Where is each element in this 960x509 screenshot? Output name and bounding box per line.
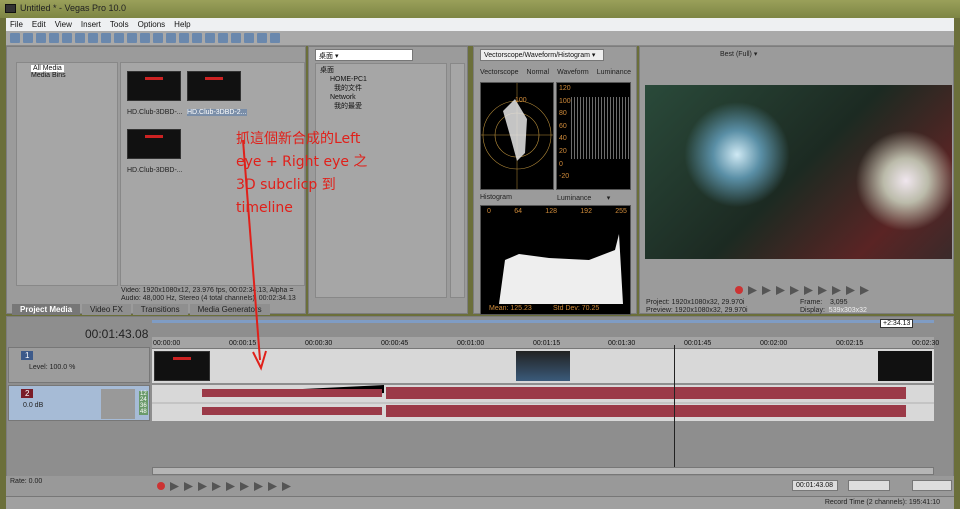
prev-frame-icon[interactable] xyxy=(268,482,277,491)
go-to-end-icon[interactable] xyxy=(254,482,263,491)
pause-icon[interactable] xyxy=(212,482,221,491)
annotation-arrow xyxy=(242,139,267,371)
rate-label: Rate: 0.00 xyxy=(10,478,43,485)
play-from-start-icon[interactable] xyxy=(184,482,193,491)
selection-start-time[interactable]: 00:01:43.08 xyxy=(792,480,838,491)
stop-icon[interactable] xyxy=(226,482,235,491)
next-frame-icon[interactable] xyxy=(282,482,291,491)
selection-end-time[interactable] xyxy=(848,480,890,491)
record-icon[interactable] xyxy=(157,482,165,490)
go-to-start-icon[interactable] xyxy=(240,482,249,491)
play-icon[interactable] xyxy=(198,482,207,491)
record-time: Record Time (2 channels): 195:41:10 xyxy=(824,499,940,506)
annotation-text: 抓這個新合成的Left eye + Right eye 之 3D subclic… xyxy=(236,131,368,216)
loop-icon[interactable] xyxy=(170,482,179,491)
status-bar: Record Time (2 channels): 195:41:10 xyxy=(6,496,954,509)
selection-length-time[interactable] xyxy=(912,480,952,491)
timeline-transport xyxy=(157,482,291,491)
